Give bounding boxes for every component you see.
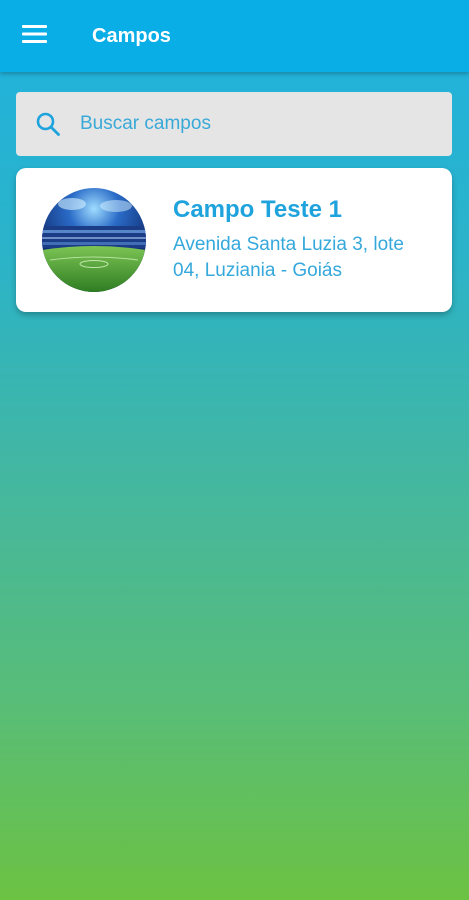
field-info: Campo Teste 1 Avenida Santa Luzia 3, lot… (173, 194, 435, 284)
search-input[interactable] (80, 104, 440, 144)
app-bar: Campos (0, 0, 469, 72)
field-image-stadium (42, 188, 146, 292)
page-title: Campos (92, 24, 171, 47)
field-name: Campo Teste 1 (173, 196, 342, 223)
menu-button[interactable] (0, 0, 72, 72)
field-address: Avenida Santa Luzia 3, lote 04, Luziania… (173, 234, 404, 281)
search-bar (16, 92, 452, 156)
hamburger-menu-icon (22, 24, 48, 49)
field-card[interactable]: Campo Teste 1 Avenida Santa Luzia 3, lot… (16, 168, 452, 312)
search-icon[interactable] (16, 92, 80, 156)
